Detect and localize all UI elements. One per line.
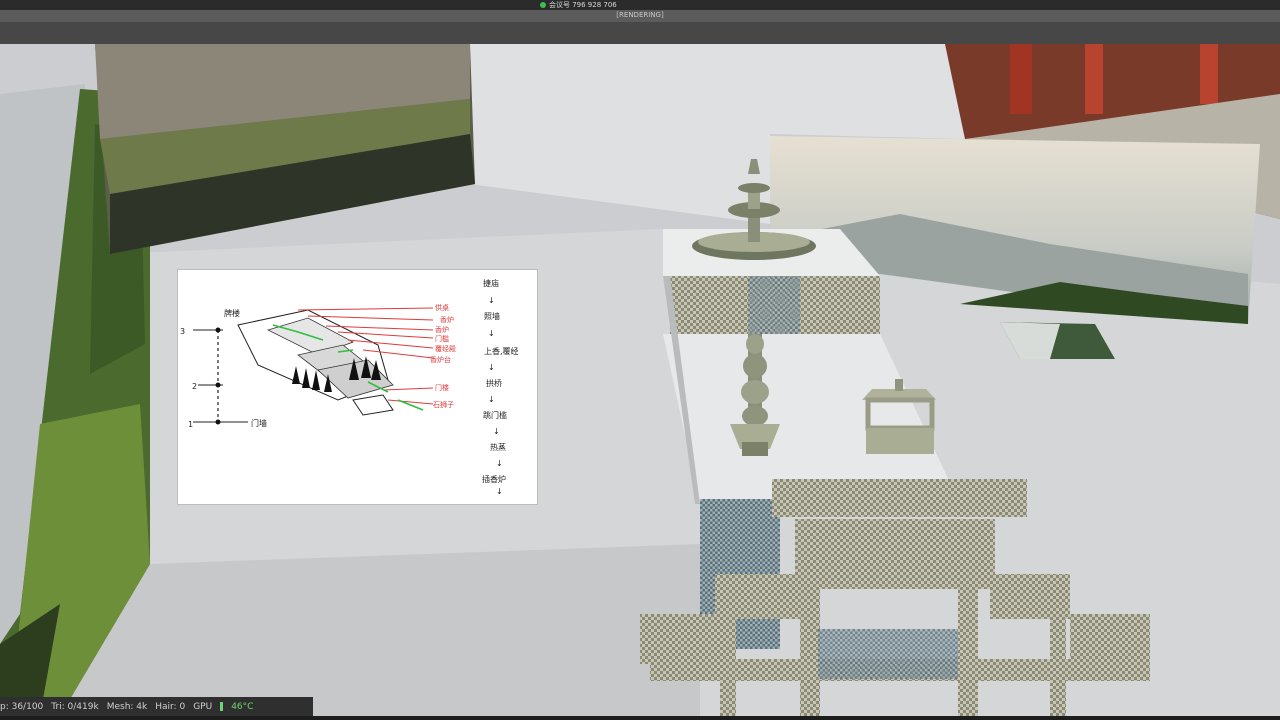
flow-arrow-7: ↓	[496, 487, 503, 496]
label-xianglu-2: 香炉	[435, 325, 449, 334]
render-label: [RENDERING]	[616, 11, 664, 19]
meeting-id: 会议号 796 928 706	[549, 1, 617, 9]
label-menkan: 门槛	[435, 334, 449, 343]
flow-step-7: 插香炉	[482, 474, 506, 484]
title-bar: 会议号 796 928 706	[0, 0, 1280, 10]
flow-arrow-1: ↓	[488, 296, 495, 305]
hair-readout: Hair: 0	[155, 701, 186, 712]
render-status-bar: p: 36/100 Tri: 0/419k Mesh: 4k Hair: 0 G…	[0, 697, 313, 716]
label-menqiang: 门墙	[251, 418, 267, 428]
tri-readout: Tri: 0/419k	[51, 701, 99, 712]
label-xianglu-1: 香炉	[440, 315, 454, 324]
flow-step-2: 照墙	[484, 311, 500, 321]
flow-arrow-3: ↓	[488, 363, 495, 372]
label-fujingdian: 覆经殿	[435, 344, 456, 353]
label-level-3: 3	[180, 327, 185, 336]
mesh-readout: Mesh: 4k	[106, 701, 148, 712]
label-level-2: 2	[192, 382, 197, 391]
label-xianglutai: 香炉台	[430, 355, 451, 364]
3d-viewport[interactable]: 供桌 香炉 香炉 门槛 覆经殿 香炉台 门楼 石狮子 牌楼 3 2 1 门墙 捷…	[0, 44, 1280, 716]
flow-arrow-5: ↓	[493, 427, 500, 436]
flow-arrow-6: ↓	[496, 459, 503, 468]
flow-step-1: 捷庙	[483, 278, 499, 288]
gpu-usage-icon	[220, 702, 224, 711]
flow-step-6: 热蒸	[490, 442, 506, 452]
label-menlou: 门楼	[435, 383, 449, 392]
gpu-label: GPU	[193, 701, 213, 712]
label-pailou: 牌楼	[224, 308, 240, 318]
taskbar	[0, 716, 1280, 720]
flow-step-4: 拱桥	[486, 378, 502, 388]
meeting-indicator[interactable]: 会议号 796 928 706	[540, 0, 617, 10]
sketch-drawing: 供桌 香炉 香炉 门槛 覆经殿 香炉台 门楼 石狮子 牌楼 3 2 1 门墙 捷…	[180, 278, 519, 496]
cap-readout: p: 36/100	[0, 701, 44, 712]
flow-arrow-2: ↓	[488, 329, 495, 338]
flow-step-3: 上香,覆经	[484, 346, 519, 356]
flow-step-5: 跳门槛	[483, 410, 507, 420]
flow-arrow-4: ↓	[488, 395, 495, 404]
gpu-temp-readout: 46°C	[231, 701, 254, 712]
reference-sketch: 供桌 香炉 香炉 门槛 覆经殿 香炉台 门楼 石狮子 牌楼 3 2 1 门墙 捷…	[177, 269, 538, 505]
signal-icon	[540, 2, 546, 8]
label-shishizi: 石狮子	[433, 401, 454, 409]
label-gongzhuo: 供桌	[435, 303, 449, 312]
render-header: [RENDERING]	[0, 10, 1280, 22]
label-level-1: 1	[188, 420, 193, 429]
toolbar-strip	[0, 22, 1280, 44]
